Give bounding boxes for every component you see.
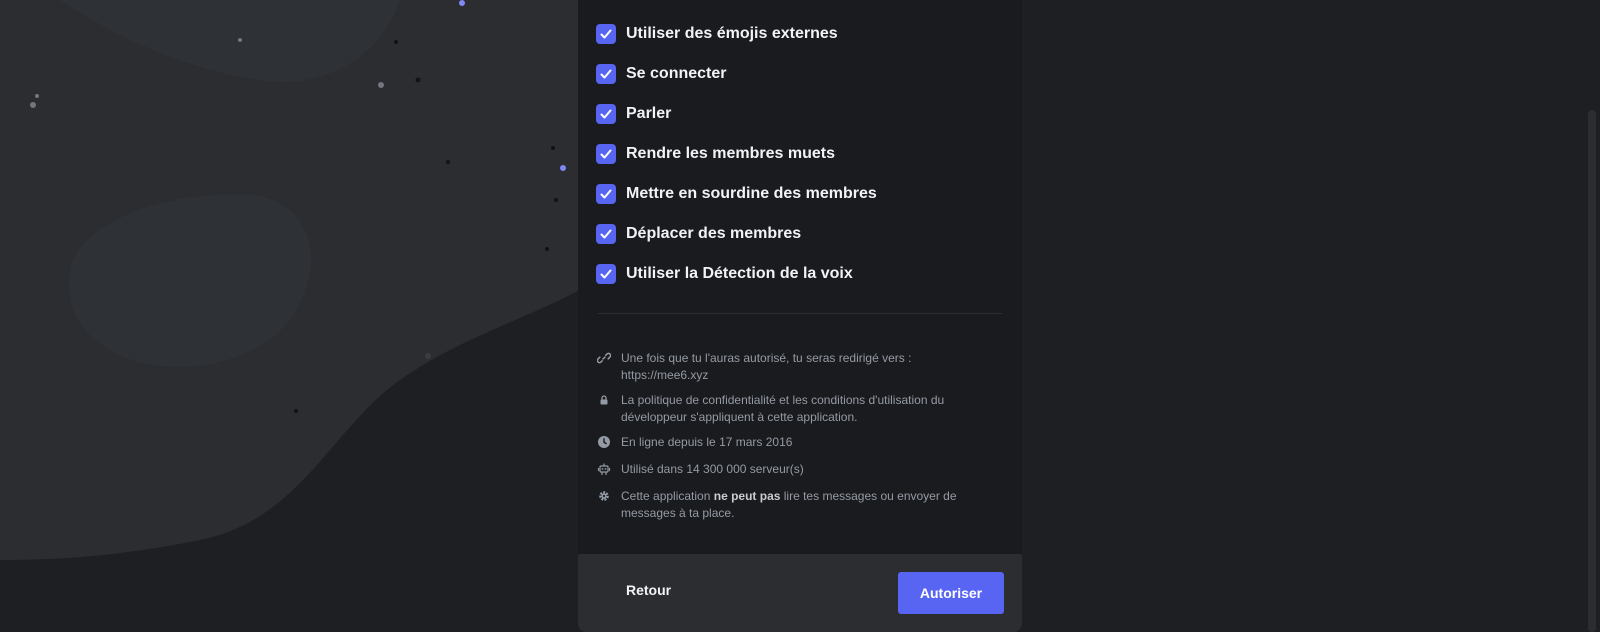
permission-label: Rendre les membres muets	[626, 145, 835, 162]
cannot-read-emphasis: ne peut pas	[713, 489, 781, 503]
permission-item[interactable]: Utiliser des émojis externes	[596, 14, 1016, 54]
checkmark-icon	[600, 29, 612, 39]
checkbox-checked[interactable]	[596, 24, 616, 44]
authorize-button[interactable]: Autoriser	[898, 572, 1004, 614]
permission-item[interactable]: Se connecter	[596, 54, 1016, 94]
permission-label: Mettre en sourdine des membres	[626, 185, 877, 202]
permission-item[interactable]: Parler	[596, 94, 1016, 134]
online-since-text: En ligne depuis le 17 mars 2016	[621, 435, 793, 449]
permission-label: Utiliser la Détection de la voix	[626, 265, 853, 282]
permission-item[interactable]: Rendre les membres muets	[596, 134, 1016, 174]
back-button[interactable]: Retour	[626, 582, 671, 598]
permission-list: Utiliser des émojis externes Se connecte…	[596, 14, 1016, 294]
checkmark-icon	[600, 189, 612, 199]
checkmark-icon	[600, 149, 612, 159]
servers-info: Utilisé dans 14 300 000 serveur(s)	[596, 461, 976, 478]
robot-icon	[596, 461, 612, 477]
divider	[598, 313, 1002, 314]
online-since-info: En ligne depuis le 17 mars 2016	[596, 434, 976, 451]
checkmark-icon	[600, 269, 612, 279]
redirect-info: Une fois que tu l'auras autorisé, tu ser…	[596, 350, 976, 384]
redirect-url: https://mee6.xyz	[621, 368, 709, 382]
cannot-read-text-1: Cette application	[621, 489, 711, 503]
gear-icon	[596, 488, 612, 504]
permission-label: Se connecter	[626, 65, 727, 82]
modal-footer: Retour Autoriser	[578, 554, 1022, 632]
checkbox-checked[interactable]	[596, 224, 616, 244]
lock-icon	[596, 392, 612, 408]
permission-item[interactable]: Utiliser la Détection de la voix	[596, 254, 1016, 294]
permission-label: Déplacer des membres	[626, 225, 802, 242]
permission-label: Utiliser des émojis externes	[626, 25, 838, 42]
checkbox-checked[interactable]	[596, 104, 616, 124]
scrollbar[interactable]	[1588, 110, 1596, 632]
cannot-read-info: Cette application ne peut pas lire tes m…	[596, 488, 976, 522]
permission-label: Parler	[626, 105, 672, 122]
checkbox-checked[interactable]	[596, 184, 616, 204]
permission-item[interactable]: Mettre en sourdine des membres	[596, 174, 1016, 214]
checkmark-icon	[600, 229, 612, 239]
redirect-text: Une fois que tu l'auras autorisé, tu ser…	[621, 351, 912, 365]
oauth-authorize-modal: Utiliser des émojis externes Se connecte…	[578, 0, 1022, 632]
clock-icon	[596, 434, 612, 450]
checkbox-checked[interactable]	[596, 64, 616, 84]
app-info-list: Une fois que tu l'auras autorisé, tu ser…	[596, 350, 976, 522]
servers-text: Utilisé dans 14 300 000 serveur(s)	[621, 462, 804, 476]
privacy-text: La politique de confidentialité et les c…	[621, 393, 945, 424]
permission-item[interactable]: Déplacer des membres	[596, 214, 1016, 254]
privacy-info: La politique de confidentialité et les c…	[596, 392, 976, 426]
checkmark-icon	[600, 69, 612, 79]
checkbox-checked[interactable]	[596, 144, 616, 164]
checkmark-icon	[600, 109, 612, 119]
checkbox-checked[interactable]	[596, 264, 616, 284]
link-icon	[596, 350, 612, 366]
